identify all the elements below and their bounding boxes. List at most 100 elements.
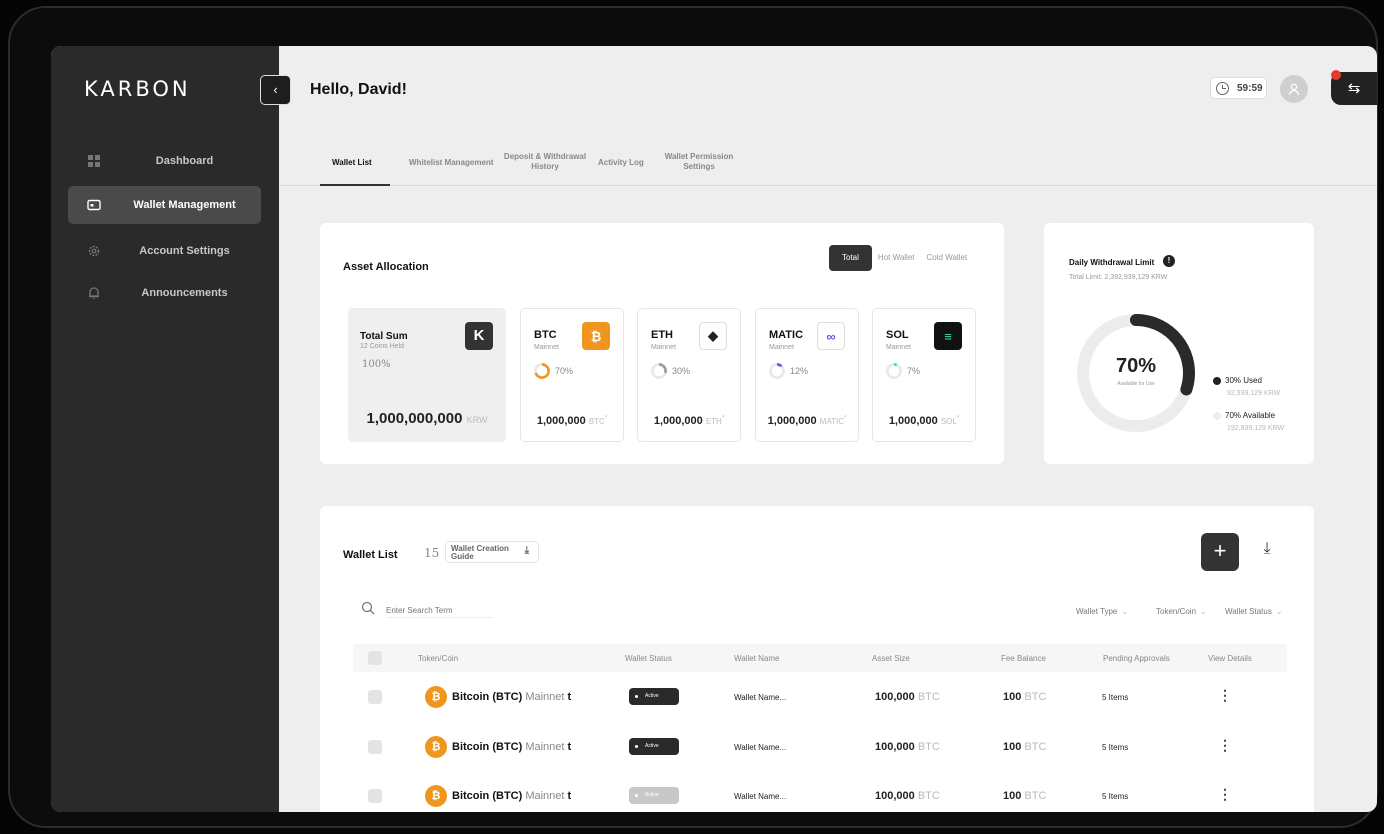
wallet-creation-guide-button[interactable]: Wallet Creation Guide ⤓ — [445, 541, 539, 563]
sidebar-item-wallet-management[interactable]: Wallet Management — [68, 186, 261, 224]
coin-amount-unit: ETH — [705, 417, 722, 426]
wallet-list-card: Wallet List 15 Wallet Creation Guide ⤓ +… — [320, 506, 1314, 812]
coin-network: Mainnet — [769, 344, 794, 351]
coin-card-btc[interactable]: BTC Mainnet ₿ 70% 1,000,000 BTC* — [520, 308, 624, 442]
legend-dot — [1213, 411, 1221, 420]
column-header[interactable]: View Details — [1208, 654, 1252, 663]
grid-icon — [87, 154, 101, 168]
total-amount-unit: KRW — [466, 415, 488, 425]
fee-balance: 100 BTC — [1003, 790, 1046, 802]
column-header[interactable]: Pending Approvals — [1103, 654, 1170, 663]
fee-balance-unit: BTC — [1024, 741, 1047, 753]
coin-network: Mainnet — [534, 344, 559, 351]
sidebar-item-account-settings[interactable]: Account Settings — [68, 232, 261, 270]
column-header[interactable]: Fee Balance — [1001, 654, 1046, 663]
more-options-icon[interactable]: ⋮ — [1218, 786, 1232, 803]
coin-percent-value: 70% — [555, 366, 574, 376]
row-checkbox[interactable] — [368, 690, 382, 704]
sidebar: KARBON Dashboard Wallet Management Accou… — [51, 46, 279, 812]
coin-symbol: MATIC — [769, 329, 804, 341]
timer-value: 59:59 — [1237, 82, 1263, 94]
tab-wallet-list[interactable]: Wallet List — [332, 158, 372, 168]
select-all-checkbox[interactable] — [368, 651, 382, 665]
info-icon[interactable]: ! — [1163, 255, 1175, 267]
table-row[interactable]: ₿ Bitcoin (BTC) Mainnet t Active Wallet … — [353, 678, 1287, 718]
guide-label: Wallet Creation Guide — [451, 544, 509, 561]
row-checkbox[interactable] — [368, 789, 382, 803]
filter-wallet-type[interactable]: Wallet Type ⌄ — [1076, 607, 1128, 616]
session-timer: 59:59 — [1210, 77, 1267, 99]
avatar[interactable] — [1280, 75, 1308, 103]
coin-percent-value: 30% — [672, 366, 691, 376]
tab-wallet-permission-settings[interactable]: Wallet Permission Settings — [659, 152, 739, 172]
coin-amount: 1,000,000 MATIC* — [756, 415, 858, 427]
filter-token-coin[interactable]: Token/Coin ⌄ — [1156, 607, 1207, 616]
pending-approvals: 5 Items — [1102, 693, 1129, 702]
wallet-count: 15 — [424, 546, 440, 560]
row-checkbox[interactable] — [368, 740, 382, 754]
asset-size-unit: BTC — [917, 741, 940, 753]
coin-amount-unit: MATIC — [819, 417, 844, 426]
export-button[interactable]: ⤓ — [1256, 540, 1278, 564]
add-wallet-button[interactable]: + — [1201, 533, 1239, 571]
tab-whitelist-management[interactable]: Whitelist Management — [409, 158, 493, 168]
chevron-left-icon: ‹ — [273, 82, 278, 97]
search-input[interactable] — [386, 603, 494, 618]
pending-approvals: 5 Items — [1102, 792, 1129, 801]
fee-balance-value: 100 — [1003, 691, 1022, 703]
asset-size: 100,000 BTC — [875, 691, 940, 703]
coin-amount-unit: BTC — [588, 417, 605, 426]
collapse-sidebar-button[interactable]: ‹ — [260, 75, 291, 105]
asset-allocation-title: Asset Allocation — [343, 261, 429, 273]
tab-bar: Wallet List Whitelist Management Deposit… — [279, 146, 1377, 186]
filter-label: Wallet Type — [1076, 607, 1118, 616]
column-header[interactable]: Wallet Name — [734, 654, 780, 663]
asset-size-value: 100,000 — [875, 790, 915, 802]
sidebar-item-announcements[interactable]: Announcements — [68, 274, 261, 312]
coin-network: Mainnet — [525, 741, 565, 753]
coin-percent: 7% — [886, 363, 920, 379]
filter-wallet-status[interactable]: Wallet Status ⌄ — [1225, 607, 1283, 616]
table-header: Token/Coin Wallet Status Wallet Name Ass… — [353, 644, 1287, 672]
fee-balance: 100 BTC — [1003, 691, 1046, 703]
coin-name: Bitcoin (BTC) Mainnet t — [452, 790, 571, 802]
total-amount: 1,000,000,000 KRW — [348, 410, 506, 427]
coin-name-value: Bitcoin (BTC) — [452, 691, 523, 703]
sidebar-item-label: Announcements — [141, 287, 228, 299]
segment-hot-wallet[interactable]: Hot Wallet — [872, 245, 921, 271]
legend-dot — [1213, 376, 1221, 385]
info-mark-icon: * — [956, 415, 960, 422]
karbon-logo-icon: K — [465, 322, 493, 350]
total-pct: 100% — [362, 359, 391, 370]
tab-deposit-withdrawal-history[interactable]: Deposit & Withdrawal History — [503, 152, 587, 172]
bitcoin-icon: ₿ — [425, 785, 447, 807]
chevron-down-icon: ⌄ — [1121, 607, 1129, 616]
download-icon: ⤓ — [524, 545, 529, 556]
bitcoin-icon: ₿ — [582, 322, 610, 350]
sidebar-item-label: Wallet Management — [133, 199, 236, 211]
legend-used-label: 30% Used — [1225, 376, 1262, 385]
info-mark-icon: * — [721, 415, 725, 422]
chevron-down-icon: ⌄ — [1275, 607, 1283, 616]
more-options-icon[interactable]: ⋮ — [1218, 737, 1232, 754]
column-header[interactable]: Wallet Status — [625, 654, 672, 663]
segment-cold-wallet[interactable]: Cold Wallet — [921, 245, 974, 271]
table-row[interactable]: ₿ Bitcoin (BTC) Mainnet t Active Wallet … — [353, 777, 1287, 812]
column-header[interactable]: Asset Size — [872, 654, 910, 663]
coin-card-sol[interactable]: SOL Mainnet ≡ 7% 1,000,000 SOL* — [872, 308, 976, 442]
column-header[interactable]: Token/Coin — [418, 654, 458, 663]
sidebar-item-dashboard[interactable]: Dashboard — [68, 142, 261, 180]
table-row[interactable]: ₿ Bitcoin (BTC) Mainnet t Active Wallet … — [353, 728, 1287, 768]
coin-network: Mainnet — [651, 344, 676, 351]
asset-size-unit: BTC — [917, 691, 940, 703]
segment-total[interactable]: Total — [829, 245, 872, 271]
info-mark-icon: * — [604, 415, 608, 422]
more-options-icon[interactable]: ⋮ — [1218, 687, 1232, 704]
coin-card-eth[interactable]: ETH Mainnet ◆ 30% 1,000,000 ETH* — [637, 308, 741, 442]
tab-activity-log[interactable]: Activity Log — [598, 158, 644, 168]
progress-ring-icon — [769, 363, 785, 379]
wallet-name: Wallet Name... — [734, 743, 787, 752]
coin-amount-value: 1,000,000 — [536, 415, 586, 427]
coin-card-matic[interactable]: MATIC Mainnet ∞ 12% 1,000,000 MATIC* — [755, 308, 859, 442]
status-badge: Active — [629, 738, 679, 755]
